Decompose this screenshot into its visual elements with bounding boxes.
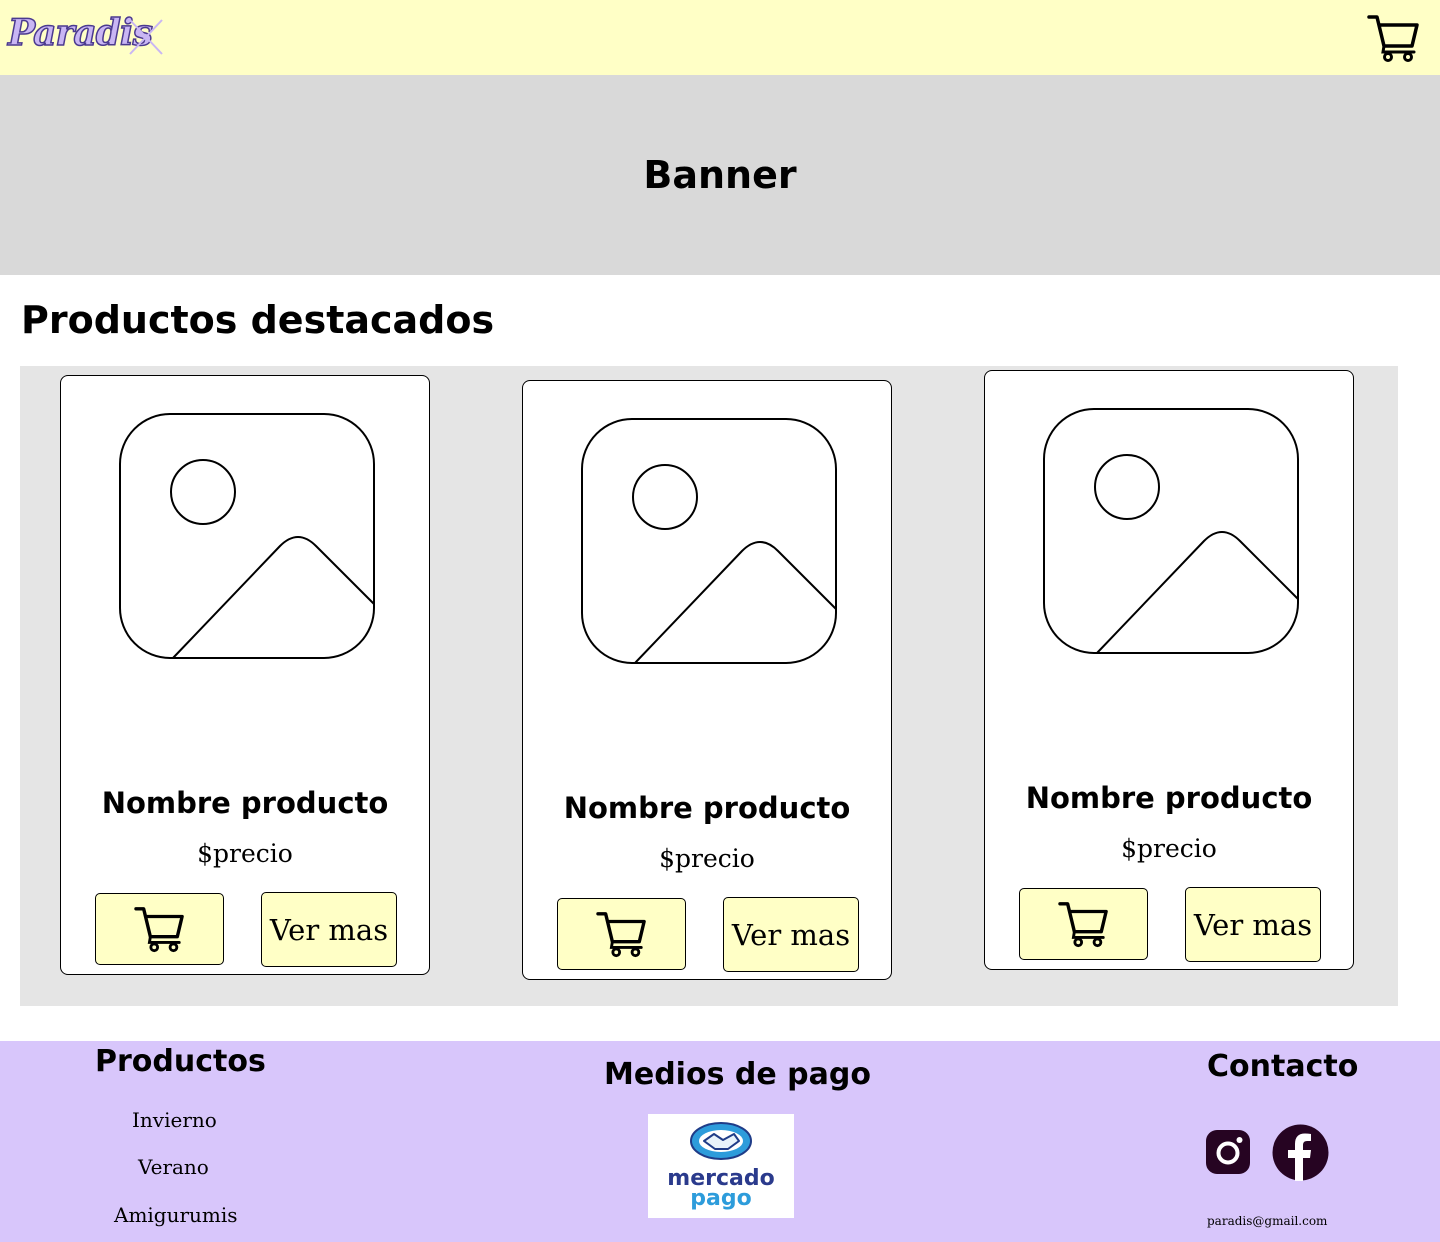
- image-placeholder-icon: [119, 413, 375, 659]
- footer-link-invierno[interactable]: Invierno: [132, 1108, 217, 1132]
- image-placeholder-icon: [1043, 408, 1299, 654]
- product-price: $precio: [659, 844, 755, 873]
- featured-products: Nombre producto $precio Ver mas Nombre p…: [20, 366, 1398, 1006]
- cart-icon: [595, 912, 646, 958]
- product-name[interactable]: Nombre producto: [523, 791, 891, 825]
- view-more-button[interactable]: Ver mas: [723, 897, 859, 972]
- product-card[interactable]: Nombre producto $precio Ver mas: [522, 380, 892, 980]
- product-card[interactable]: Nombre producto $precio Ver mas: [984, 370, 1354, 970]
- footer-link-amigurumis[interactable]: Amigurumis: [114, 1203, 238, 1227]
- product-price: $precio: [1121, 834, 1217, 863]
- cart-icon[interactable]: [1366, 12, 1422, 64]
- instagram-icon[interactable]: [1206, 1130, 1250, 1174]
- image-placeholder-icon: [581, 418, 837, 664]
- footer: Productos Invierno Verano Amigurumis Med…: [0, 1041, 1440, 1242]
- mercado-pago-logo: mercado pago: [648, 1114, 794, 1218]
- facebook-icon[interactable]: [1272, 1124, 1329, 1181]
- header: Paradis: [0, 0, 1440, 75]
- hero-banner[interactable]: Banner: [0, 75, 1440, 275]
- view-more-button[interactable]: Ver mas: [261, 892, 397, 967]
- cart-icon: [1057, 902, 1108, 948]
- contact-email[interactable]: paradis@gmail.com: [1207, 1214, 1327, 1228]
- handshake-icon: [690, 1122, 752, 1160]
- product-name[interactable]: Nombre producto: [61, 786, 429, 820]
- product-name[interactable]: Nombre producto: [985, 781, 1353, 815]
- footer-link-verano[interactable]: Verano: [138, 1155, 209, 1179]
- view-more-button[interactable]: Ver mas: [1185, 887, 1321, 962]
- banner-label: Banner: [643, 153, 797, 197]
- footer-products-title: Productos: [95, 1044, 266, 1079]
- add-to-cart-button[interactable]: [95, 893, 224, 965]
- mercado-pago-text-line2: pago: [690, 1186, 752, 1211]
- product-price: $precio: [197, 839, 293, 868]
- cart-icon: [133, 907, 184, 953]
- close-x-icon[interactable]: [128, 18, 164, 56]
- product-card[interactable]: Nombre producto $precio Ver mas: [60, 375, 430, 975]
- add-to-cart-button[interactable]: [557, 898, 686, 970]
- footer-payment-title: Medios de pago: [604, 1057, 871, 1092]
- add-to-cart-button[interactable]: [1019, 888, 1148, 960]
- footer-contact-title: Contacto: [1207, 1049, 1359, 1084]
- section-title: Productos destacados: [21, 298, 495, 342]
